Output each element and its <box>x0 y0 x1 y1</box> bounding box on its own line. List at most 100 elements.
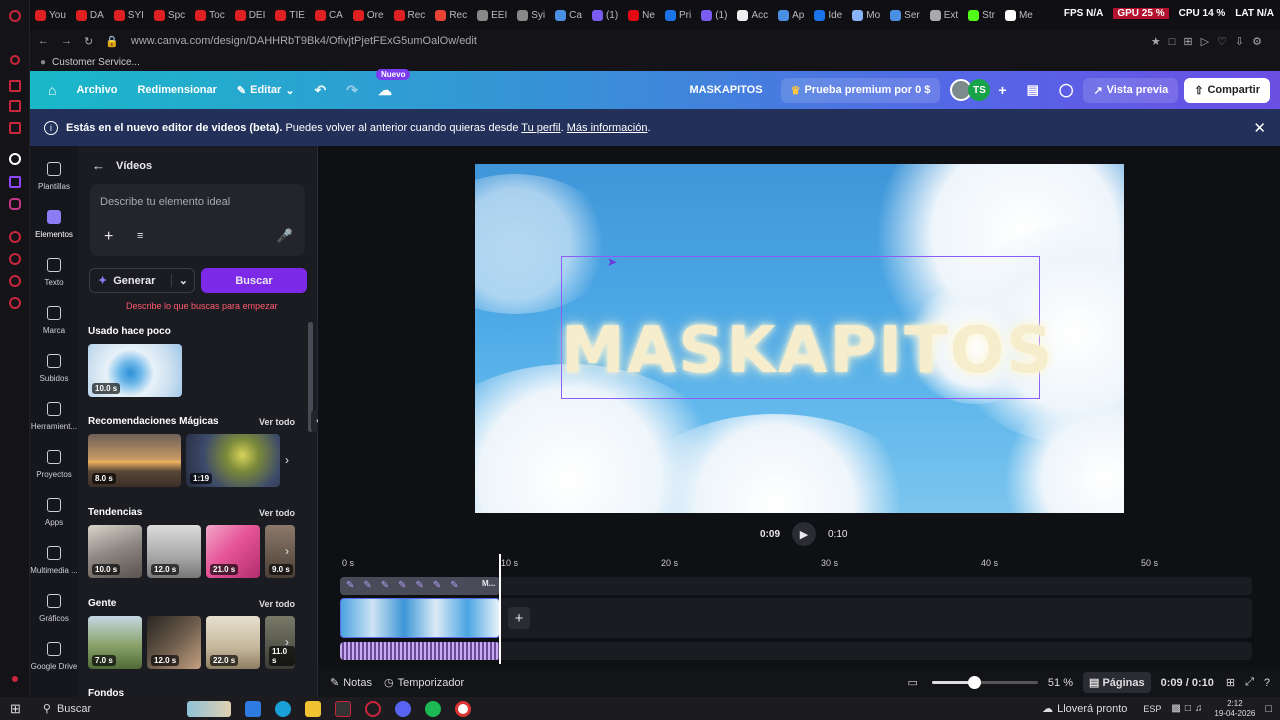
rail-item-apps[interactable]: Apps <box>30 498 78 527</box>
resize-menu[interactable]: Redimensionar <box>127 84 226 96</box>
playhead[interactable] <box>499 554 501 664</box>
rail-item-tools[interactable]: Herramient... <box>30 402 78 431</box>
url-text[interactable]: www.canva.com/design/DAHHRbT9Bk4/OfivjtP… <box>131 35 477 47</box>
rail-item-layout[interactable]: Plantillas <box>30 162 78 191</box>
preview-button[interactable]: ↗ Vista previa <box>1083 77 1179 103</box>
video-thumbnail[interactable]: 10.0 s <box>88 525 142 578</box>
cloud-save-icon[interactable]: ☁ <box>368 82 402 99</box>
profile-link[interactable]: Tu perfil <box>521 122 560 134</box>
back-icon[interactable]: ← <box>38 35 49 47</box>
discord-icon[interactable] <box>394 700 411 717</box>
browser-tab[interactable]: Str <box>963 4 1000 26</box>
add-icon[interactable]: + <box>104 228 113 246</box>
browser-tab[interactable]: (1) <box>587 4 623 26</box>
microphone-icon[interactable]: 🎤 <box>277 228 293 244</box>
language-indicator[interactable]: ESP <box>1143 704 1161 714</box>
forward-icon[interactable]: → <box>61 35 72 47</box>
browser-tab[interactable]: Mo <box>847 4 885 26</box>
search-input[interactable]: Describe tu elemento ideal <box>100 196 230 208</box>
notes-icon[interactable]: ✎ <box>330 676 339 689</box>
search-button[interactable]: Buscar <box>201 268 307 293</box>
browser-tab[interactable]: Ore <box>348 4 389 26</box>
recent-thumbnail[interactable]: 10.0 s <box>88 344 182 397</box>
browser-tab[interactable]: Spc <box>149 4 190 26</box>
add-collaborator-icon[interactable]: + <box>998 82 1006 98</box>
sidebar-app-icon[interactable] <box>10 55 20 65</box>
rail-item-graphics[interactable]: Gráficos <box>30 594 78 623</box>
widget-icon[interactable] <box>186 700 231 717</box>
browser-tab[interactable]: Toc <box>190 4 230 26</box>
rail-item-folder[interactable]: Proyectos <box>30 450 78 479</box>
rail-item-drive[interactable]: Google Drive <box>30 642 78 671</box>
share-button[interactable]: ⇧ Compartir <box>1184 77 1270 103</box>
rail-item-upload[interactable]: Subidos <box>30 354 78 383</box>
premium-trial-button[interactable]: ♛ Prueba premium por 0 $ <box>780 77 941 103</box>
video-thumbnail[interactable]: 12.0 s <box>147 616 201 669</box>
see-all-link[interactable]: Ver todo <box>259 417 295 427</box>
opera-icon[interactable] <box>364 700 381 717</box>
browser-tab[interactable]: Rec <box>389 4 431 26</box>
animation-clip[interactable]: ✎✎✎✎✎✎✎ <box>340 577 500 595</box>
app-icon[interactable] <box>244 700 261 717</box>
play-icon[interactable]: ▶ <box>792 522 817 546</box>
zoom-slider-knob[interactable] <box>968 676 982 689</box>
chevron-right-icon[interactable]: › <box>285 453 289 467</box>
browser-tab[interactable]: Pri <box>660 4 696 26</box>
browser-tab[interactable]: CA <box>310 4 348 26</box>
more-info-link[interactable]: Más información <box>567 122 648 134</box>
filter-icon[interactable]: ≡ <box>137 230 143 242</box>
edge-icon[interactable] <box>274 700 291 717</box>
grid-view-icon[interactable]: ⊞ <box>1226 676 1235 689</box>
opera-logo-icon[interactable] <box>9 10 21 22</box>
rail-item-text[interactable]: Texto <box>30 258 78 287</box>
video-thumbnail[interactable]: 7.0 s <box>88 616 142 669</box>
back-icon[interactable]: ← <box>92 158 105 173</box>
video-thumbnail[interactable]: 9.0 s <box>265 525 295 578</box>
settings-icon[interactable] <box>9 297 21 309</box>
sidebar-app-icon[interactable] <box>9 122 21 134</box>
browser-tab[interactable]: You <box>30 4 71 26</box>
redo-icon[interactable]: ↷ <box>336 82 368 99</box>
fullscreen-icon[interactable]: ⤢ <box>1245 676 1254 689</box>
browser-tab[interactable]: Ide <box>809 4 847 26</box>
windows-start-icon[interactable]: ⊞ <box>10 701 21 717</box>
browser-tab[interactable]: Ca <box>550 4 587 26</box>
browser-tab[interactable]: DEI <box>230 4 271 26</box>
video-thumbnail[interactable]: 1:19 <box>186 434 280 487</box>
browser-tab[interactable]: TIE <box>270 4 310 26</box>
video-thumbnail[interactable]: 21.0 s <box>206 525 260 578</box>
browser-toolbar-icons[interactable]: ★□⊞▷♡⇩⚙ <box>1151 35 1270 48</box>
bookmark-item[interactable]: Customer Service... <box>52 57 140 68</box>
browser-tab[interactable]: Acc <box>732 4 773 26</box>
design-name[interactable]: MASKAPITOS <box>679 84 772 96</box>
browser-tab[interactable]: Ne <box>623 4 660 26</box>
video-thumbnail[interactable]: 12.0 s <box>147 525 201 578</box>
generate-button[interactable]: ✦ Generar ⌄ <box>89 268 195 293</box>
sidebar-app-icon[interactable] <box>9 231 21 243</box>
browser-tab[interactable]: Ap <box>773 4 809 26</box>
zoom-percent[interactable]: 51 % <box>1048 677 1073 689</box>
design-title-text[interactable]: MASKAPITOS <box>561 314 1052 388</box>
browser-tab[interactable]: Ser <box>885 4 925 26</box>
taskbar-search[interactable]: Buscar <box>57 703 187 715</box>
search-box[interactable]: Describe tu elemento ideal + ≡ 🎤 <box>90 184 305 256</box>
undo-icon[interactable]: ↶ <box>305 82 337 99</box>
browser-tab[interactable]: EEI <box>472 4 512 26</box>
help-icon[interactable]: ? <box>1264 677 1270 689</box>
file-explorer-icon[interactable] <box>304 700 321 717</box>
notifications-icon[interactable]: □ <box>1265 703 1272 715</box>
home-icon[interactable]: ⌂ <box>30 82 66 98</box>
chatgpt-icon[interactable] <box>9 153 21 165</box>
video-thumbnail[interactable]: 11.0 s <box>265 616 295 669</box>
video-clip[interactable] <box>340 598 500 638</box>
pages-button[interactable]: ▤ Páginas <box>1082 672 1151 693</box>
more-icon[interactable] <box>12 676 18 682</box>
see-all-link[interactable]: Ver todo <box>259 599 295 609</box>
video-thumbnail[interactable]: 22.0 s <box>206 616 260 669</box>
chevron-right-icon[interactable]: › <box>285 544 289 558</box>
tray-icons[interactable]: ▩□♫ <box>1171 703 1206 714</box>
weather-text[interactable]: Lloverá pronto <box>1057 703 1127 715</box>
sidebar-app-icon[interactable] <box>9 80 21 92</box>
browser-tab[interactable]: Syi <box>512 4 550 26</box>
timer-icon[interactable]: ◷ <box>384 676 394 689</box>
